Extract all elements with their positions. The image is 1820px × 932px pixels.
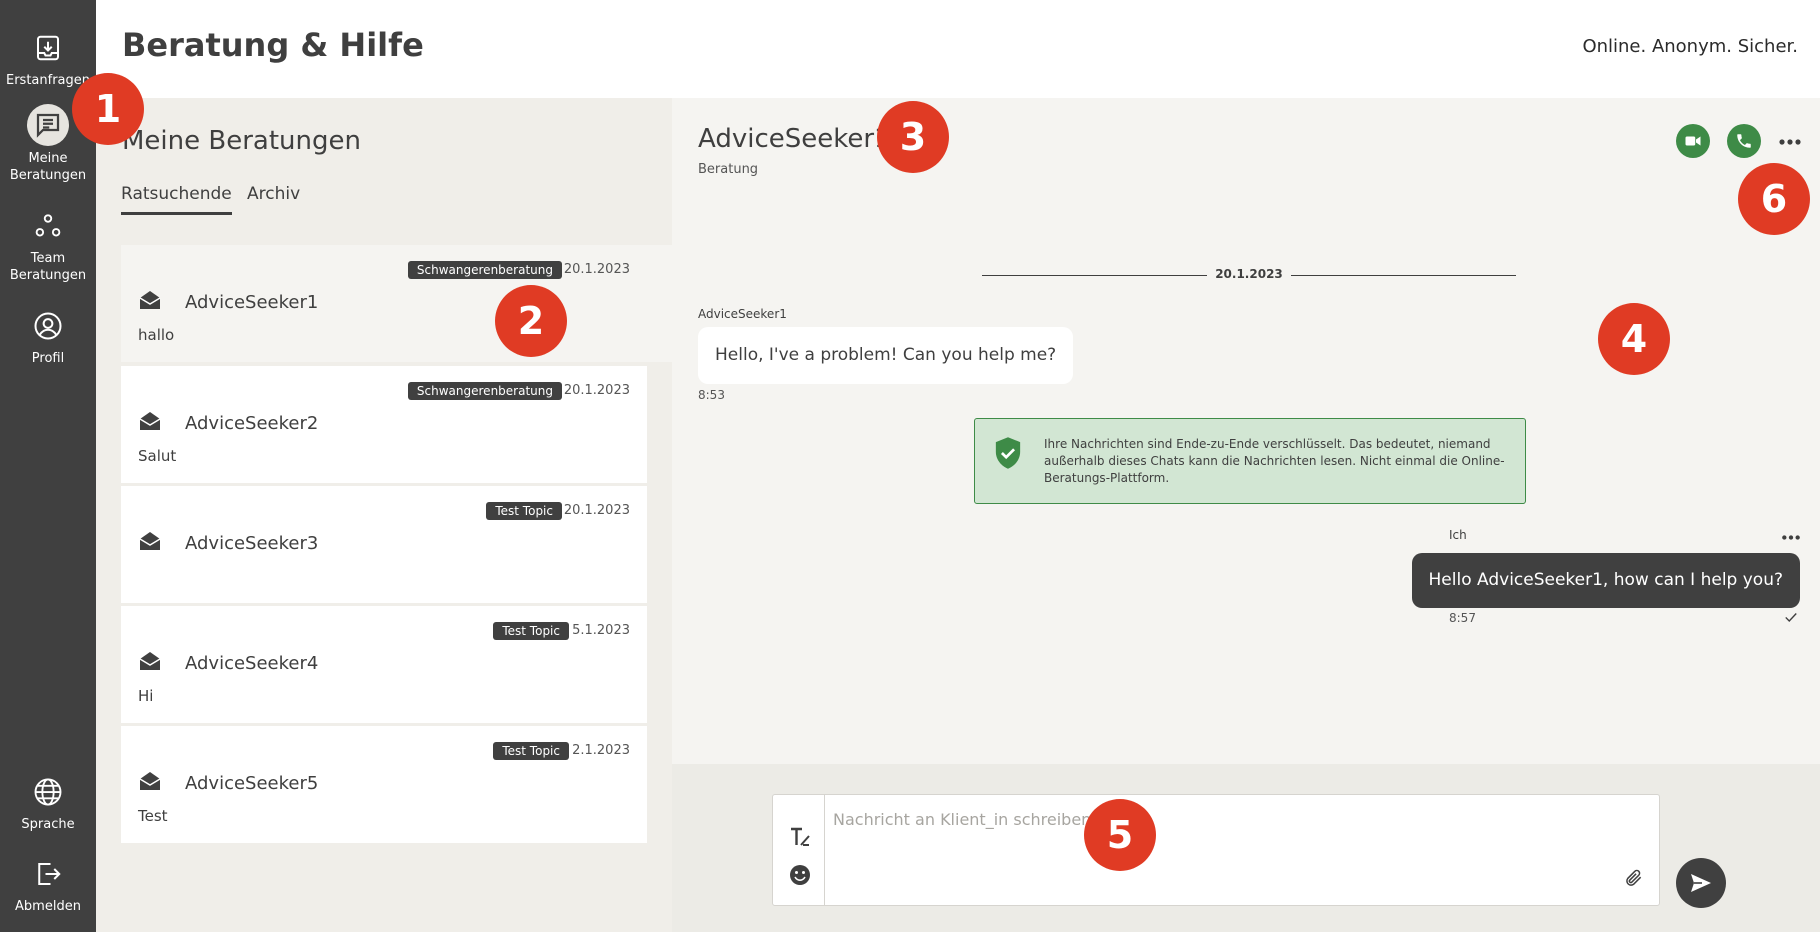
topic-tag: Test Topic (493, 742, 569, 760)
envelope-open-icon (139, 652, 161, 670)
video-call-button[interactable] (1676, 124, 1710, 158)
message-input[interactable] (833, 805, 1593, 833)
session-item[interactable]: Schwangerenberatung 20.1.2023 AdviceSeek… (121, 245, 672, 362)
message-bubble-outgoing: Hello AdviceSeeker1, how can I help you? (1411, 553, 1800, 608)
team-icon (28, 206, 68, 246)
attachment-icon[interactable] (1624, 867, 1644, 889)
session-name: AdviceSeeker1 (185, 292, 319, 313)
session-date: 2.1.2023 (572, 743, 630, 758)
text-format-icon[interactable] (788, 825, 812, 849)
annotation-marker-1: 1 (72, 73, 144, 145)
chat-message-icon (27, 104, 69, 146)
session-name: AdviceSeeker4 (185, 653, 319, 674)
message-time: 8:53 (698, 388, 725, 402)
video-camera-icon (1685, 136, 1701, 146)
date-divider-label: 20.1.2023 (1207, 267, 1291, 281)
app-title: Beratung & Hilfe (122, 26, 424, 64)
session-name: AdviceSeeker2 (185, 413, 319, 434)
session-date: 5.1.2023 (572, 623, 630, 638)
topic-tag: Test Topic (493, 622, 569, 640)
session-snippet: Test (138, 807, 168, 825)
profile-icon (28, 306, 68, 346)
envelope-open-icon (139, 532, 161, 550)
sidebar-item-label: Team Beratungen (9, 251, 87, 283)
session-snippet: hallo (138, 326, 175, 344)
sidebar-item-team-beratungen[interactable]: Team Beratungen (0, 206, 96, 284)
tab-ratsuchende[interactable]: Ratsuchende (121, 184, 232, 215)
session-date: 20.1.2023 (563, 503, 630, 518)
topic-tag: Schwangerenberatung (407, 382, 562, 400)
tagline: Online. Anonym. Sicher. (1582, 36, 1798, 57)
sidebar-item-erstanfragen[interactable]: Erstanfragen (0, 28, 96, 89)
message-composer (772, 794, 1660, 906)
annotation-marker-3: 3 (877, 101, 949, 173)
annotation-marker-2: 2 (495, 285, 567, 357)
sidebar-item-abmelden[interactable]: Abmelden (0, 854, 96, 915)
inbox-download-icon (28, 28, 68, 68)
message-sender: AdviceSeeker1 (698, 307, 787, 321)
sidebar-item-label: Abmelden (15, 899, 81, 914)
session-date: 20.1.2023 (563, 262, 630, 277)
message-bubble-incoming: Hello, I've a problem! Can you help me? (698, 327, 1074, 384)
sessions-title: Meine Beratungen (122, 126, 361, 156)
sidebar-item-sprache[interactable]: Sprache (0, 772, 96, 833)
session-snippet: Salut (138, 447, 177, 465)
annotation-marker-4: 4 (1598, 303, 1670, 375)
emoji-icon[interactable] (788, 863, 812, 887)
session-snippet: Hi (138, 687, 154, 705)
more-options-icon[interactable] (1778, 138, 1802, 146)
envelope-open-icon (139, 291, 161, 309)
composer-area (672, 764, 1820, 932)
chat-panel: AdviceSeeker1 Beratung 20.1.2023 AdviceS… (672, 98, 1820, 764)
session-item[interactable]: Test Topic 20.1.2023 AdviceSeeker3 (121, 486, 647, 603)
message-options-icon[interactable] (1781, 534, 1801, 541)
sidebar: Erstanfragen Meine Beratungen Team Berat… (0, 0, 96, 932)
topic-tag: Test Topic (486, 502, 562, 520)
send-icon (1691, 874, 1711, 892)
tab-archiv[interactable]: Archiv (247, 184, 300, 212)
sidebar-item-label: Meine Beratungen (9, 151, 87, 183)
session-item[interactable]: Test Topic 5.1.2023 AdviceSeeker4 Hi (121, 606, 647, 723)
composer-tools (773, 795, 825, 905)
logout-icon (28, 854, 68, 894)
session-name: AdviceSeeker3 (185, 533, 319, 554)
encryption-notice: Ihre Nachrichten sind Ende-zu-Ende versc… (974, 418, 1526, 504)
session-item[interactable]: Test Topic 2.1.2023 AdviceSeeker5 Test (121, 726, 647, 843)
topic-tag: Schwangerenberatung (407, 261, 562, 279)
shield-check-icon (995, 437, 1021, 469)
message-time: 8:57 (1449, 611, 1476, 625)
send-button[interactable] (1676, 858, 1726, 908)
chat-subtitle: Beratung (698, 162, 759, 177)
sidebar-item-label: Erstanfragen (5, 73, 90, 88)
sidebar-item-profil[interactable]: Profil (0, 306, 96, 367)
read-check-icon (1785, 613, 1797, 622)
session-date: 20.1.2023 (563, 383, 630, 398)
session-item[interactable]: Schwangerenberatung 20.1.2023 AdviceSeek… (121, 366, 647, 483)
globe-icon (28, 772, 68, 812)
envelope-open-icon (139, 772, 161, 790)
sidebar-item-label: Profil (31, 351, 65, 366)
sessions-panel: Meine Beratungen Ratsuchende Archiv Schw… (96, 98, 672, 932)
phone-icon (1737, 134, 1751, 148)
phone-call-button[interactable] (1727, 124, 1761, 158)
session-name: AdviceSeeker5 (185, 773, 319, 794)
encryption-notice-text: Ihre Nachrichten sind Ende-zu-Ende versc… (1044, 437, 1505, 485)
app-header: Beratung & Hilfe Online. Anonym. Sicher. (96, 0, 1820, 98)
message-sender: Ich (1449, 528, 1467, 542)
sidebar-item-label: Sprache (21, 817, 75, 832)
annotation-marker-5: 5 (1084, 799, 1156, 871)
chat-partner-name: AdviceSeeker1 (698, 124, 891, 154)
annotation-marker-6: 6 (1738, 163, 1810, 235)
envelope-open-icon (139, 412, 161, 430)
